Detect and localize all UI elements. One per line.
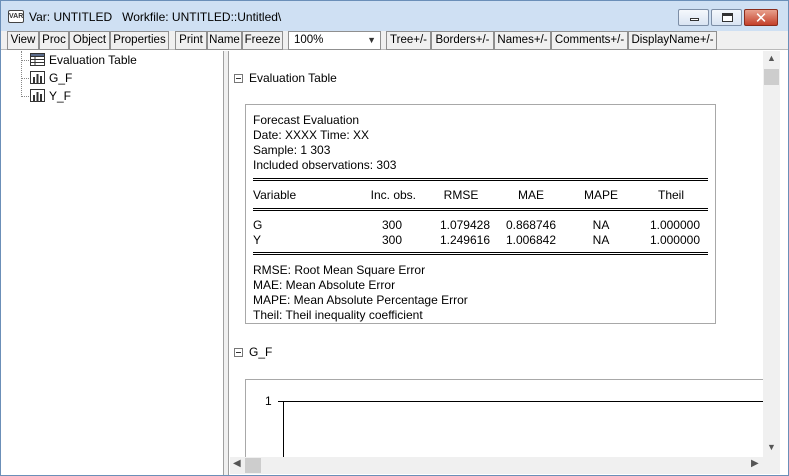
table-cell: 1.006842 bbox=[505, 233, 556, 247]
column-header: Inc. obs. bbox=[370, 188, 416, 202]
scroll-down-icon[interactable]: ▼ bbox=[763, 442, 780, 452]
table-cell: G bbox=[253, 218, 263, 232]
zoom-value: 100% bbox=[294, 34, 324, 46]
table-cell: NA bbox=[592, 233, 610, 247]
eval-heading: Forecast Evaluation bbox=[253, 113, 360, 127]
maximize-button[interactable] bbox=[711, 9, 742, 26]
table-cell: 0.868746 bbox=[505, 218, 556, 232]
table-cell: 300 bbox=[381, 218, 402, 232]
scrollbar-corner bbox=[763, 457, 780, 474]
table-icon bbox=[30, 53, 45, 66]
close-button[interactable]: ✕ bbox=[744, 9, 778, 27]
graph-icon bbox=[30, 71, 45, 84]
graph-icon bbox=[30, 89, 45, 102]
minimize-icon bbox=[690, 18, 699, 21]
zoom-select[interactable]: 100% ▼ bbox=[288, 31, 381, 50]
plot-frame-top bbox=[283, 401, 763, 402]
y-axis bbox=[283, 401, 284, 457]
eviews-var-window: VAR Var: UNTITLED Workfile: UNTITLED::Un… bbox=[0, 0, 789, 476]
scroll-thumb[interactable] bbox=[764, 69, 779, 85]
table-cell: 1.000000 bbox=[649, 218, 700, 232]
view-button[interactable]: View bbox=[7, 31, 39, 50]
tree-item-label: Y_F bbox=[49, 89, 72, 103]
table-rule bbox=[253, 178, 708, 181]
comments-toggle-button[interactable]: Comments+/- bbox=[551, 31, 628, 50]
table-cell: 1.000000 bbox=[649, 233, 700, 247]
title-bar[interactable]: VAR Var: UNTITLED Workfile: UNTITLED::Un… bbox=[1, 1, 788, 31]
maximize-icon bbox=[722, 13, 733, 22]
note-mae: MAE: Mean Absolute Error bbox=[253, 278, 396, 292]
gf-graph: 1 bbox=[245, 379, 763, 457]
note-mape: MAPE: Mean Absolute Percentage Error bbox=[253, 293, 468, 307]
eval-date: Date: XXXX Time: XX bbox=[253, 128, 370, 142]
scroll-right-icon[interactable]: ▶ bbox=[751, 458, 759, 469]
print-button[interactable]: Print bbox=[175, 31, 207, 50]
tree-item-label: Evaluation Table bbox=[49, 53, 137, 67]
table-cell: NA bbox=[592, 218, 610, 232]
tree-pane bbox=[1, 51, 224, 475]
scroll-up-icon[interactable]: ▲ bbox=[763, 53, 780, 63]
table-cell: 1.249616 bbox=[439, 233, 490, 247]
names-toggle-button[interactable]: Names+/- bbox=[494, 31, 551, 50]
column-header: RMSE bbox=[443, 188, 479, 202]
minimize-button[interactable] bbox=[678, 9, 709, 26]
object-button[interactable]: Object bbox=[69, 31, 110, 50]
pane-splitter[interactable] bbox=[224, 51, 229, 475]
proc-button[interactable]: Proc bbox=[39, 31, 69, 50]
scroll-left-icon[interactable]: ◀ bbox=[233, 458, 241, 469]
table-cell: 1.079428 bbox=[439, 218, 490, 232]
y-tick-label: 1 bbox=[265, 394, 272, 408]
tree-item-label: G_F bbox=[49, 71, 73, 85]
note-rmse: RMSE: Root Mean Square Error bbox=[253, 263, 426, 277]
var-object-icon: VAR bbox=[8, 10, 24, 23]
horizontal-scrollbar[interactable]: ◀ ▶ bbox=[230, 457, 763, 474]
note-theil: Theil: Theil inequality coefficient bbox=[253, 308, 423, 322]
section-title: G_F bbox=[249, 345, 273, 359]
vertical-scrollbar[interactable]: ▲ ▼ bbox=[763, 51, 780, 457]
column-header: Variable bbox=[253, 188, 297, 202]
collapse-icon[interactable] bbox=[234, 348, 243, 357]
table-rule bbox=[253, 208, 708, 211]
chevron-down-icon: ▼ bbox=[367, 35, 376, 45]
column-header: MAPE bbox=[583, 188, 618, 202]
tree-toggle-button[interactable]: Tree+/- bbox=[386, 31, 431, 50]
collapse-icon[interactable] bbox=[234, 74, 243, 83]
column-header: Theil bbox=[657, 188, 684, 202]
eval-sample: Sample: 1 303 bbox=[253, 143, 331, 157]
table-cell: Y bbox=[253, 233, 262, 247]
table-rule bbox=[253, 252, 708, 255]
tree-connector bbox=[21, 51, 22, 97]
object-toolbar: View Proc Object Properties Print Name F… bbox=[1, 31, 788, 50]
evaluation-table: Forecast Evaluation Date: XXXX Time: XX … bbox=[245, 104, 716, 324]
name-button[interactable]: Name bbox=[207, 31, 242, 50]
freeze-button[interactable]: Freeze bbox=[242, 31, 283, 50]
table-cell: 300 bbox=[381, 233, 402, 247]
properties-button[interactable]: Properties bbox=[110, 31, 169, 50]
scroll-thumb[interactable] bbox=[245, 458, 261, 473]
borders-toggle-button[interactable]: Borders+/- bbox=[431, 31, 494, 50]
column-header: MAE bbox=[517, 188, 544, 202]
displayname-toggle-button[interactable]: DisplayName+/- bbox=[628, 31, 717, 50]
section-title: Evaluation Table bbox=[249, 71, 337, 85]
window-title: Var: UNTITLED Workfile: UNTITLED::Untitl… bbox=[29, 10, 282, 24]
eval-observations: Included observations: 303 bbox=[253, 158, 397, 172]
close-icon: ✕ bbox=[754, 10, 768, 27]
spool-content: Evaluation Table Forecast Evaluation Dat… bbox=[230, 51, 763, 457]
